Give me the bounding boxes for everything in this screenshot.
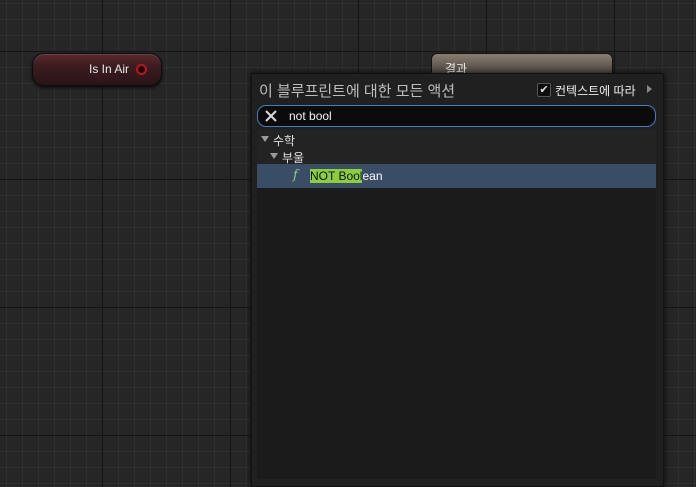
action-menu-title: 이 블루프린트에 대한 모든 액션 (259, 83, 456, 100)
context-sensitive-label[interactable]: 컨텍스트에 따라 (555, 82, 636, 99)
search-input[interactable] (289, 107, 639, 124)
is-in-air-node[interactable]: Is In Air (32, 53, 162, 86)
function-icon: f (293, 168, 298, 183)
clear-search-icon[interactable] (264, 109, 278, 123)
action-menu: 이 블루프린트에 대한 모든 액션 ✔ 컨텍스트에 따라 수학 부울 f NOT… (251, 73, 664, 487)
action-item-label-rest: ean (362, 169, 383, 183)
category-boolean[interactable]: 부울 (257, 147, 656, 165)
expand-triangle-icon[interactable] (261, 136, 269, 142)
category-math[interactable]: 수학 (257, 130, 656, 148)
action-item-not-boolean[interactable]: f NOT Boolean (257, 164, 656, 188)
action-menu-header: 이 블루프린트에 대한 모든 액션 ✔ 컨텍스트에 따라 (252, 74, 663, 104)
action-tree[interactable]: 수학 부울 f NOT Boolean (257, 130, 656, 479)
search-field[interactable] (257, 105, 656, 127)
action-item-label: NOT Boolean (310, 169, 383, 183)
search-match-highlight: NOT Bool (310, 169, 363, 183)
context-sensitive-checkbox[interactable]: ✔ (537, 83, 551, 97)
bool-output-pin[interactable] (136, 64, 147, 75)
expand-triangle-icon[interactable] (270, 153, 278, 159)
node-label: Is In Air (88, 62, 129, 76)
context-arrow-icon[interactable] (647, 85, 652, 93)
